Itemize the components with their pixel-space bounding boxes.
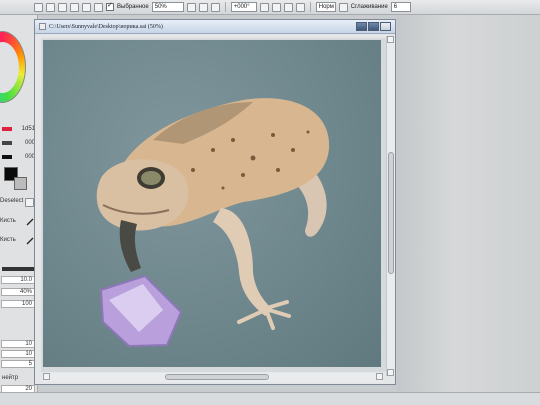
selection-checkbox[interactable] bbox=[106, 1, 114, 11]
tool-label-1: Кисть bbox=[0, 218, 16, 224]
color-value-row-2: 000 bbox=[0, 139, 38, 147]
zoom-in-button[interactable] bbox=[198, 2, 208, 12]
selection-checkbox-label: Выбранное bbox=[117, 4, 149, 10]
document-window[interactable]: C:\Users\Sunnyvale\Desktop\иорика.sai (5… bbox=[34, 19, 396, 385]
zoom-out-button[interactable] bbox=[186, 2, 196, 12]
param-field-1[interactable]: 100 bbox=[1, 300, 35, 308]
color-wheel[interactable] bbox=[0, 31, 26, 103]
drawing-canvas[interactable] bbox=[43, 40, 381, 367]
status-bar bbox=[0, 392, 540, 405]
rotation-value: +000° bbox=[233, 4, 250, 10]
param-value-3: 10 bbox=[25, 351, 32, 357]
window-icon bbox=[39, 23, 46, 30]
brush-size-field[interactable]: 10.0 bbox=[1, 276, 35, 284]
deselect-icon-button[interactable] bbox=[25, 198, 34, 207]
color-value-1: 1d51 bbox=[21, 126, 35, 132]
param-field-4[interactable]: 5 bbox=[1, 360, 35, 368]
toolbar-button-3[interactable] bbox=[58, 2, 67, 12]
zoom-select[interactable]: 50% bbox=[151, 2, 184, 12]
deselect-button[interactable]: Deselect bbox=[0, 198, 23, 204]
tool-label-2: Кисть bbox=[0, 237, 16, 243]
tool-palette: 1d51 000 000 Deselect Кисть Кисть 10.0 4… bbox=[0, 15, 38, 405]
density-field[interactable]: 40% bbox=[1, 288, 35, 296]
color-value-row-1: 1d51 bbox=[0, 125, 38, 133]
toolbar-divider bbox=[224, 2, 226, 12]
scroll-down-arrow[interactable] bbox=[387, 369, 394, 376]
rotation-select[interactable]: +000° bbox=[230, 2, 257, 12]
zoom-value: 50% bbox=[154, 4, 167, 10]
rotate-reset-button[interactable] bbox=[283, 2, 293, 12]
blend-mode-dropdown-button[interactable] bbox=[338, 2, 348, 12]
toolbar-button-1[interactable] bbox=[34, 2, 43, 12]
top-toolbar: Выбранное 50% +000° Норм Сглаживание 6 bbox=[0, 0, 540, 15]
param-field-3[interactable]: 10 bbox=[1, 350, 35, 358]
smoothing-select[interactable]: 6 bbox=[390, 2, 411, 12]
brush-size-value: 10.0 bbox=[20, 277, 32, 283]
zoom-reset-button[interactable] bbox=[210, 2, 220, 12]
toolbar-button-4[interactable] bbox=[70, 2, 79, 12]
window-controls bbox=[356, 22, 391, 31]
param-value-1: 100 bbox=[21, 301, 32, 307]
rotate-left-button[interactable] bbox=[259, 2, 269, 12]
toolbar-button-2[interactable] bbox=[46, 2, 55, 12]
blend-mode-value: Норм bbox=[318, 4, 334, 10]
density-value: 40% bbox=[19, 289, 32, 295]
window-title: C:\Users\Sunnyvale\Desktop\иорика.sai (5… bbox=[49, 23, 163, 30]
param-value-4: 5 bbox=[28, 361, 32, 367]
brush-icon[interactable] bbox=[26, 218, 34, 226]
close-icon[interactable] bbox=[380, 22, 391, 31]
workspace-background bbox=[397, 15, 540, 405]
flip-button[interactable] bbox=[295, 2, 305, 12]
toolbar-divider bbox=[309, 2, 311, 12]
smoothing-label: Сглаживание bbox=[350, 4, 388, 10]
blend-mode-select[interactable]: Норм bbox=[315, 2, 336, 12]
canvas-area[interactable] bbox=[41, 38, 387, 372]
maximize-icon[interactable] bbox=[368, 22, 379, 31]
param-value-2: 10 bbox=[25, 341, 32, 347]
horizontal-scrollbar[interactable] bbox=[43, 373, 383, 382]
background-color[interactable] bbox=[14, 177, 27, 190]
brush-icon[interactable] bbox=[26, 237, 34, 245]
toolbar-button-6[interactable] bbox=[94, 2, 103, 12]
minimize-icon[interactable] bbox=[356, 22, 367, 31]
texture-label: нейтр bbox=[2, 375, 19, 381]
scroll-left-arrow[interactable] bbox=[43, 373, 50, 380]
gecko-artwork bbox=[96, 98, 330, 348]
toolbar-button-5[interactable] bbox=[82, 2, 91, 12]
param-field-2[interactable]: 10 bbox=[1, 340, 35, 348]
scroll-right-arrow[interactable] bbox=[376, 373, 383, 380]
horizontal-scroll-thumb[interactable] bbox=[165, 374, 269, 380]
brush-shape-bar[interactable] bbox=[2, 267, 34, 271]
smoothing-value: 6 bbox=[393, 4, 398, 10]
vertical-scroll-thumb[interactable] bbox=[388, 152, 394, 274]
scroll-up-arrow[interactable] bbox=[387, 36, 394, 43]
rotate-right-button[interactable] bbox=[271, 2, 281, 12]
window-titlebar[interactable]: C:\Users\Sunnyvale\Desktop\иорика.sai (5… bbox=[35, 20, 395, 34]
vertical-scrollbar[interactable] bbox=[386, 36, 395, 376]
color-value-row-3: 000 bbox=[0, 153, 38, 161]
